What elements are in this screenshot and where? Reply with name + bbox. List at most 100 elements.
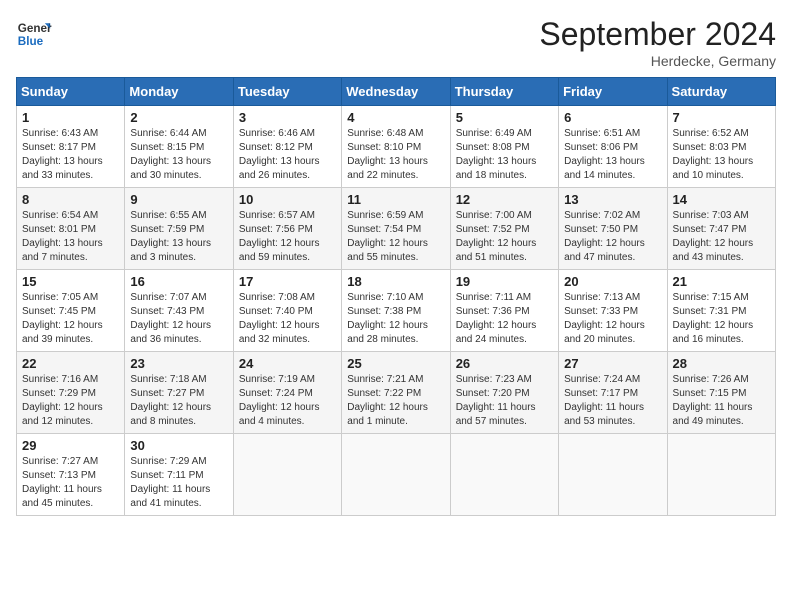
sunset-label: Sunset: 7:43 PM: [130, 306, 204, 317]
daylight-label: Daylight: 12 hours and 12 minutes.: [22, 402, 103, 427]
sunrise-label: Sunrise: 7:15 AM: [673, 292, 749, 303]
calendar-cell: 15 Sunrise: 7:05 AM Sunset: 7:45 PM Dayl…: [17, 270, 125, 352]
day-number: 19: [456, 274, 553, 289]
sunrise-label: Sunrise: 6:57 AM: [239, 210, 315, 221]
daylight-label: Daylight: 12 hours and 39 minutes.: [22, 320, 103, 345]
calendar-cell: [233, 434, 341, 516]
calendar-cell: 4 Sunrise: 6:48 AM Sunset: 8:10 PM Dayli…: [342, 106, 450, 188]
calendar-cell: 17 Sunrise: 7:08 AM Sunset: 7:40 PM Dayl…: [233, 270, 341, 352]
sunrise-label: Sunrise: 7:02 AM: [564, 210, 640, 221]
calendar-cell: 14 Sunrise: 7:03 AM Sunset: 7:47 PM Dayl…: [667, 188, 775, 270]
day-info: Sunrise: 7:18 AM Sunset: 7:27 PM Dayligh…: [130, 373, 227, 429]
day-info: Sunrise: 6:57 AM Sunset: 7:56 PM Dayligh…: [239, 209, 336, 265]
day-info: Sunrise: 6:49 AM Sunset: 8:08 PM Dayligh…: [456, 127, 553, 183]
day-number: 18: [347, 274, 444, 289]
daylight-label: Daylight: 12 hours and 51 minutes.: [456, 238, 537, 263]
daylight-label: Daylight: 12 hours and 1 minute.: [347, 402, 428, 427]
day-info: Sunrise: 7:10 AM Sunset: 7:38 PM Dayligh…: [347, 291, 444, 347]
sunrise-label: Sunrise: 7:13 AM: [564, 292, 640, 303]
sunrise-label: Sunrise: 7:29 AM: [130, 456, 206, 467]
sunrise-label: Sunrise: 6:44 AM: [130, 128, 206, 139]
daylight-label: Daylight: 12 hours and 55 minutes.: [347, 238, 428, 263]
day-info: Sunrise: 7:23 AM Sunset: 7:20 PM Dayligh…: [456, 373, 553, 429]
sunrise-label: Sunrise: 6:51 AM: [564, 128, 640, 139]
calendar-cell: 3 Sunrise: 6:46 AM Sunset: 8:12 PM Dayli…: [233, 106, 341, 188]
sunset-label: Sunset: 7:50 PM: [564, 224, 638, 235]
calendar-cell: 16 Sunrise: 7:07 AM Sunset: 7:43 PM Dayl…: [125, 270, 233, 352]
day-number: 5: [456, 110, 553, 125]
sunrise-label: Sunrise: 7:18 AM: [130, 374, 206, 385]
day-number: 11: [347, 192, 444, 207]
daylight-label: Daylight: 12 hours and 4 minutes.: [239, 402, 320, 427]
calendar-cell: [342, 434, 450, 516]
daylight-label: Daylight: 12 hours and 24 minutes.: [456, 320, 537, 345]
day-info: Sunrise: 7:15 AM Sunset: 7:31 PM Dayligh…: [673, 291, 770, 347]
location: Herdecke, Germany: [539, 53, 776, 69]
sunset-label: Sunset: 8:17 PM: [22, 142, 96, 153]
sunset-label: Sunset: 8:08 PM: [456, 142, 530, 153]
sunset-label: Sunset: 7:31 PM: [673, 306, 747, 317]
calendar-cell: 7 Sunrise: 6:52 AM Sunset: 8:03 PM Dayli…: [667, 106, 775, 188]
page-header: General Blue September 2024 Herdecke, Ge…: [16, 16, 776, 69]
daylight-label: Daylight: 12 hours and 28 minutes.: [347, 320, 428, 345]
calendar-cell: 24 Sunrise: 7:19 AM Sunset: 7:24 PM Dayl…: [233, 352, 341, 434]
day-info: Sunrise: 7:26 AM Sunset: 7:15 PM Dayligh…: [673, 373, 770, 429]
daylight-label: Daylight: 13 hours and 26 minutes.: [239, 156, 320, 181]
calendar-cell: 1 Sunrise: 6:43 AM Sunset: 8:17 PM Dayli…: [17, 106, 125, 188]
calendar-cell: 30 Sunrise: 7:29 AM Sunset: 7:11 PM Dayl…: [125, 434, 233, 516]
daylight-label: Daylight: 13 hours and 18 minutes.: [456, 156, 537, 181]
sunset-label: Sunset: 7:13 PM: [22, 470, 96, 481]
day-info: Sunrise: 6:51 AM Sunset: 8:06 PM Dayligh…: [564, 127, 661, 183]
sunrise-label: Sunrise: 6:43 AM: [22, 128, 98, 139]
daylight-label: Daylight: 12 hours and 47 minutes.: [564, 238, 645, 263]
day-info: Sunrise: 6:59 AM Sunset: 7:54 PM Dayligh…: [347, 209, 444, 265]
daylight-label: Daylight: 11 hours and 53 minutes.: [564, 402, 644, 427]
sunset-label: Sunset: 7:56 PM: [239, 224, 313, 235]
sunset-label: Sunset: 8:12 PM: [239, 142, 313, 153]
sunrise-label: Sunrise: 7:24 AM: [564, 374, 640, 385]
calendar-cell: 2 Sunrise: 6:44 AM Sunset: 8:15 PM Dayli…: [125, 106, 233, 188]
day-number: 20: [564, 274, 661, 289]
daylight-label: Daylight: 11 hours and 57 minutes.: [456, 402, 536, 427]
day-number: 10: [239, 192, 336, 207]
daylight-label: Daylight: 13 hours and 22 minutes.: [347, 156, 428, 181]
sunset-label: Sunset: 7:45 PM: [22, 306, 96, 317]
daylight-label: Daylight: 13 hours and 14 minutes.: [564, 156, 645, 181]
sunrise-label: Sunrise: 6:46 AM: [239, 128, 315, 139]
sunrise-label: Sunrise: 6:54 AM: [22, 210, 98, 221]
calendar-cell: [450, 434, 558, 516]
daylight-label: Daylight: 11 hours and 45 minutes.: [22, 484, 102, 509]
calendar-cell: 9 Sunrise: 6:55 AM Sunset: 7:59 PM Dayli…: [125, 188, 233, 270]
daylight-label: Daylight: 12 hours and 16 minutes.: [673, 320, 754, 345]
sunrise-label: Sunrise: 7:07 AM: [130, 292, 206, 303]
day-info: Sunrise: 6:48 AM Sunset: 8:10 PM Dayligh…: [347, 127, 444, 183]
sunrise-label: Sunrise: 7:21 AM: [347, 374, 423, 385]
day-number: 24: [239, 356, 336, 371]
sunset-label: Sunset: 7:36 PM: [456, 306, 530, 317]
calendar-cell: 26 Sunrise: 7:23 AM Sunset: 7:20 PM Dayl…: [450, 352, 558, 434]
day-info: Sunrise: 7:21 AM Sunset: 7:22 PM Dayligh…: [347, 373, 444, 429]
sunrise-label: Sunrise: 7:26 AM: [673, 374, 749, 385]
sunrise-label: Sunrise: 6:59 AM: [347, 210, 423, 221]
col-wednesday: Wednesday: [342, 78, 450, 106]
day-info: Sunrise: 7:16 AM Sunset: 7:29 PM Dayligh…: [22, 373, 119, 429]
sunset-label: Sunset: 7:27 PM: [130, 388, 204, 399]
day-info: Sunrise: 7:05 AM Sunset: 7:45 PM Dayligh…: [22, 291, 119, 347]
day-info: Sunrise: 7:13 AM Sunset: 7:33 PM Dayligh…: [564, 291, 661, 347]
sunrise-label: Sunrise: 6:52 AM: [673, 128, 749, 139]
day-number: 14: [673, 192, 770, 207]
calendar-cell: 20 Sunrise: 7:13 AM Sunset: 7:33 PM Dayl…: [559, 270, 667, 352]
title-area: September 2024 Herdecke, Germany: [539, 16, 776, 69]
day-info: Sunrise: 7:27 AM Sunset: 7:13 PM Dayligh…: [22, 455, 119, 511]
day-number: 22: [22, 356, 119, 371]
calendar-cell: 11 Sunrise: 6:59 AM Sunset: 7:54 PM Dayl…: [342, 188, 450, 270]
day-number: 9: [130, 192, 227, 207]
logo: General Blue: [16, 16, 52, 52]
day-number: 1: [22, 110, 119, 125]
calendar-week-row: 1 Sunrise: 6:43 AM Sunset: 8:17 PM Dayli…: [17, 106, 776, 188]
daylight-label: Daylight: 12 hours and 36 minutes.: [130, 320, 211, 345]
calendar-cell: 6 Sunrise: 6:51 AM Sunset: 8:06 PM Dayli…: [559, 106, 667, 188]
day-info: Sunrise: 7:19 AM Sunset: 7:24 PM Dayligh…: [239, 373, 336, 429]
sunset-label: Sunset: 8:15 PM: [130, 142, 204, 153]
day-info: Sunrise: 6:55 AM Sunset: 7:59 PM Dayligh…: [130, 209, 227, 265]
